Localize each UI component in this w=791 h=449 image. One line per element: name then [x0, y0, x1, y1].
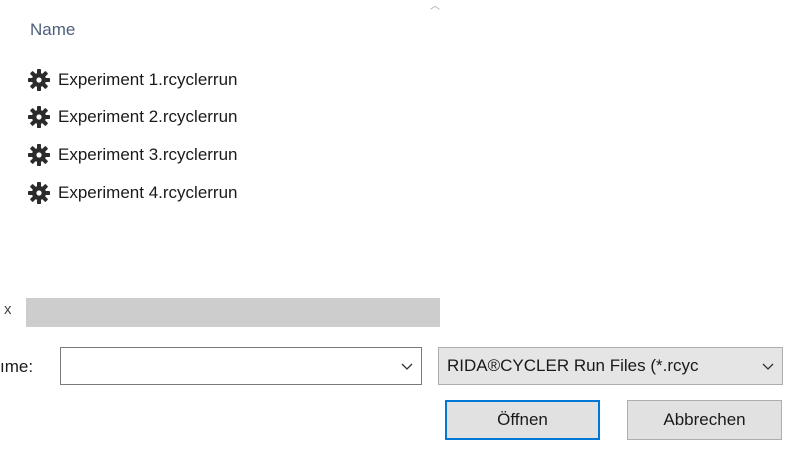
file-name: Experiment 3.rcyclerrun: [58, 145, 238, 164]
filetype-select[interactable]: RIDA®CYCLER Run Files (*.rcyc: [438, 347, 783, 385]
filename-input[interactable]: [61, 348, 393, 382]
file-list[interactable]: Name ︿ Experiment 1.rcyclerrun Experimen…: [0, 0, 791, 296]
list-item-file-1[interactable]: Experiment 1.rcyclerrun: [20, 65, 244, 95]
chevron-down-icon[interactable]: [399, 358, 415, 374]
file-name: Experiment 1.rcyclerrun: [58, 70, 238, 89]
filetype-selected-value: RIDA®CYCLER Run Files (*.rcyc: [447, 356, 699, 375]
sort-indicator-icon: ︿: [430, 1, 440, 12]
list-item-file-2[interactable]: Experiment 2.rcyclerrun: [20, 102, 244, 132]
file-name: Experiment 4.rcyclerrun: [58, 183, 238, 202]
column-header-name[interactable]: Name: [30, 20, 75, 40]
gear-icon: [26, 180, 52, 206]
chevron-down-icon[interactable]: [760, 358, 776, 374]
scrollbar-edge-fragment: x: [4, 301, 12, 318]
filename-field[interactable]: [60, 347, 422, 385]
list-item-file-4[interactable]: Experiment 4.rcyclerrun: [20, 178, 244, 208]
file-name: Experiment 2.rcyclerrun: [58, 107, 238, 126]
gear-icon: [26, 67, 52, 93]
horizontal-scrollbar-thumb[interactable]: [26, 298, 440, 327]
gear-icon: [26, 142, 52, 168]
open-button[interactable]: Öffnen: [445, 400, 600, 440]
cancel-button[interactable]: Abbrechen: [627, 400, 782, 440]
gear-icon: [26, 104, 52, 130]
filename-label: ıme:: [0, 357, 34, 376]
list-item-file-3[interactable]: Experiment 3.rcyclerrun: [20, 140, 244, 170]
